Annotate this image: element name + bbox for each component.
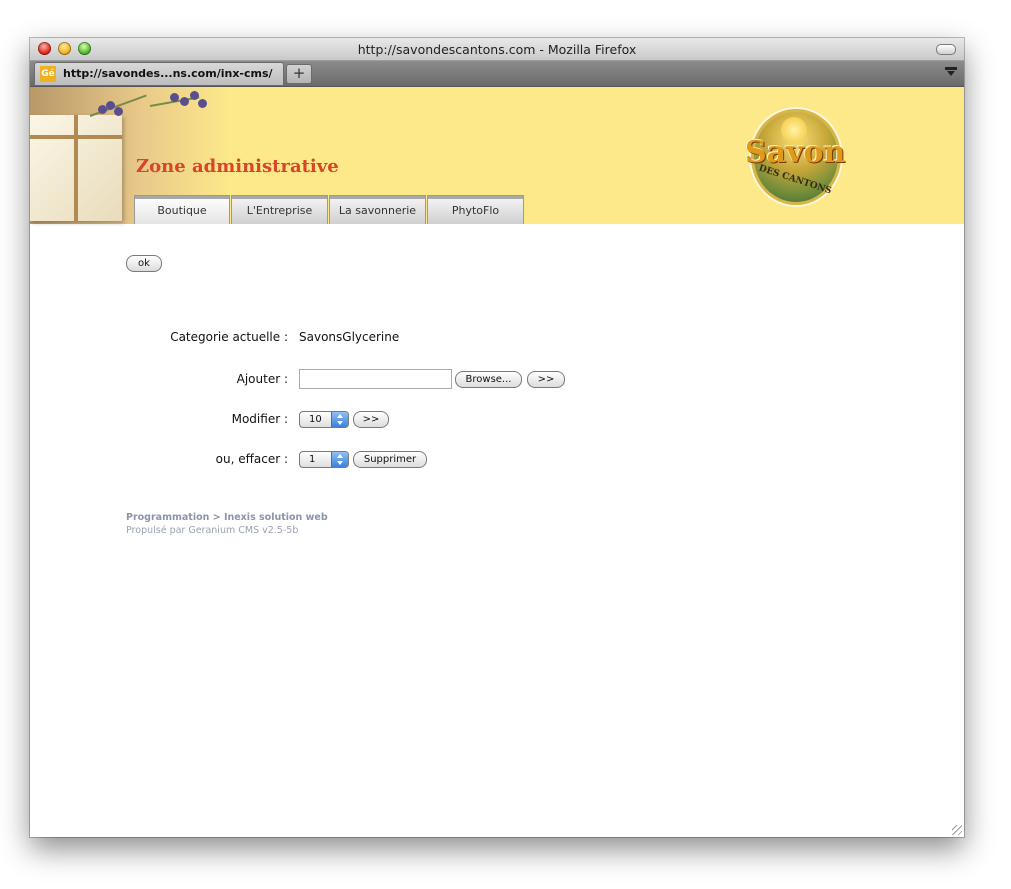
modify-submit-button[interactable]: >>: [353, 411, 389, 428]
select-arrows-icon: [331, 412, 348, 427]
modify-label: Modifier :: [231, 412, 288, 426]
nav-tab-savonnerie[interactable]: La savonnerie: [329, 195, 426, 224]
savon-des-cantons-logo: Savon DES CANTONS: [745, 109, 845, 205]
footer-programming-link[interactable]: Programmation > Inexis solution web: [126, 512, 328, 523]
title-bar[interactable]: http://savondescantons.com - Mozilla Fir…: [30, 38, 964, 61]
add-label: Ajouter :: [236, 372, 288, 386]
footer-powered-by: Propulsé par Geranium CMS v2.5-5b: [126, 525, 299, 536]
window-title: http://savondescantons.com - Mozilla Fir…: [357, 42, 637, 57]
page-content: Zone administrative Savon DES CANTONS Bo…: [30, 87, 964, 837]
tab-list-menu-icon[interactable]: [944, 66, 958, 78]
nav-tab-phytoflo[interactable]: PhytoFlo: [427, 195, 524, 224]
window-resize-grip[interactable]: [952, 825, 962, 835]
browser-tab-label: http://savondes...ns.com/inx-cms/: [63, 67, 273, 80]
select-arrows-icon: [331, 452, 348, 467]
modify-select-value: 10: [309, 414, 322, 425]
delete-button[interactable]: Supprimer: [353, 451, 427, 468]
ok-button[interactable]: ok: [126, 255, 162, 272]
browser-window: http://savondescantons.com - Mozilla Fir…: [30, 38, 964, 837]
site-favicon-icon: Gé: [40, 66, 56, 82]
site-banner: Zone administrative Savon DES CANTONS Bo…: [30, 87, 964, 224]
add-submit-button[interactable]: >>: [527, 371, 565, 388]
current-category-label: Categorie actuelle :: [170, 330, 288, 344]
toolbar-toggle-button[interactable]: [936, 44, 956, 55]
delete-select[interactable]: 1: [299, 451, 349, 468]
nav-tab-entreprise[interactable]: L'Entreprise: [231, 195, 328, 224]
modify-select[interactable]: 10: [299, 411, 349, 428]
page-title: Zone administrative: [136, 156, 339, 177]
nav-tab-boutique[interactable]: Boutique: [134, 195, 230, 224]
browse-button[interactable]: Browse...: [455, 371, 522, 388]
file-path-input[interactable]: [299, 369, 452, 389]
current-category-value: SavonsGlycerine: [299, 330, 400, 344]
new-tab-button[interactable]: +: [286, 64, 312, 84]
delete-label: ou, effacer :: [215, 452, 288, 466]
delete-select-value: 1: [309, 454, 316, 465]
browser-tab-strip: Gé http://savondes...ns.com/inx-cms/ +: [30, 61, 964, 87]
browser-tab[interactable]: Gé http://savondes...ns.com/inx-cms/: [34, 62, 284, 85]
